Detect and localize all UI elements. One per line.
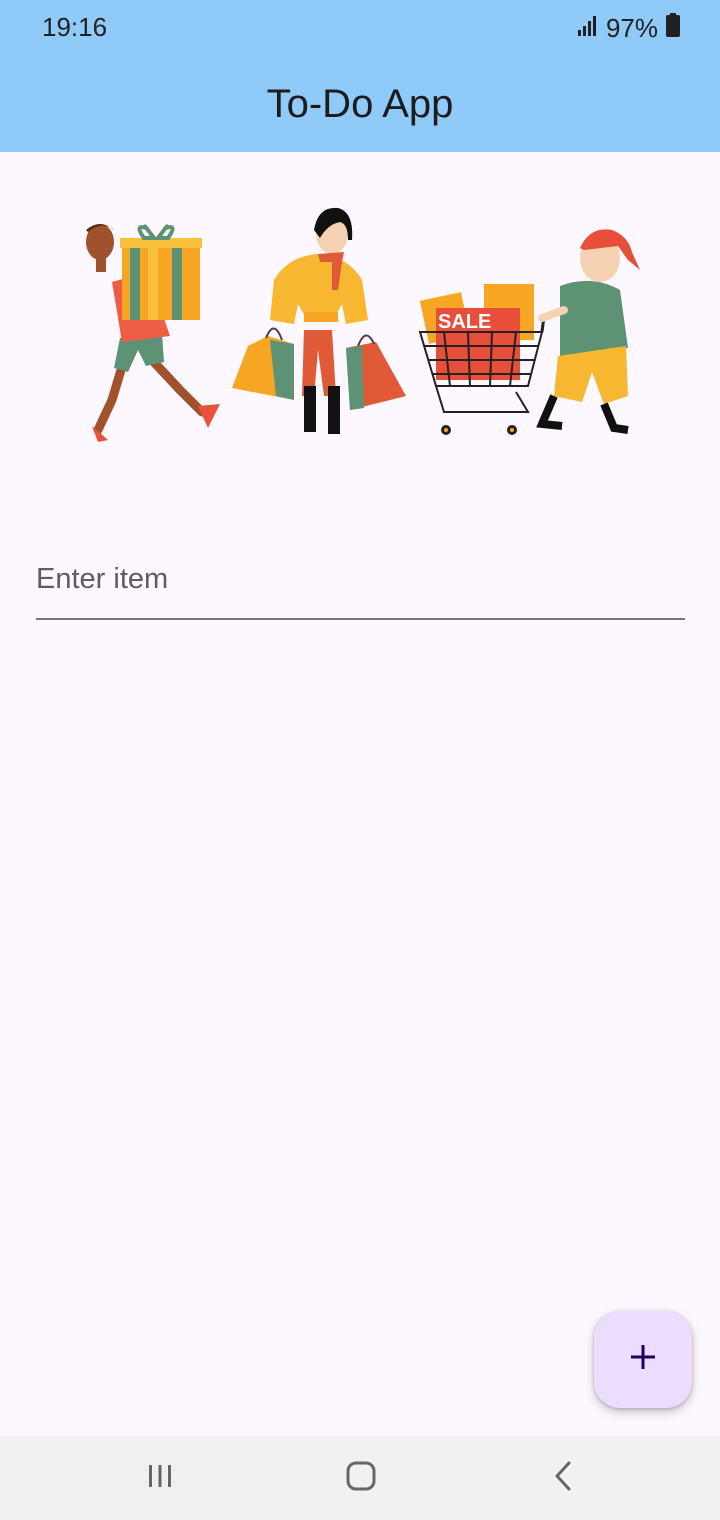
battery-icon [666,12,680,44]
app-bar: 19:16 97% To-Do App [0,0,720,152]
status-indicators: 97% [577,12,680,44]
recent-apps-icon [146,1462,174,1495]
shopping-people-illustration: SALE [72,200,648,450]
status-time: 19:16 [42,12,108,42]
recent-apps-button[interactable] [130,1448,190,1508]
item-input[interactable] [36,540,685,620]
man-with-gift [86,224,220,442]
home-button[interactable] [331,1448,391,1508]
battery-percent: 97% [605,12,658,43]
status-bar: 19:16 97% [0,0,720,56]
man-with-cart: SALE [418,229,640,435]
back-icon [551,1460,575,1497]
system-nav-bar [0,1436,720,1520]
home-icon [345,1460,377,1497]
add-item-button[interactable] [594,1311,692,1408]
sale-sign-text: SALE [438,311,491,333]
back-button[interactable] [533,1448,593,1508]
item-text-field[interactable] [36,540,685,622]
add-icon [629,1343,657,1376]
woman-with-bags [232,207,406,434]
signal-icon [577,13,598,44]
page-title: To-Do App [266,82,454,126]
